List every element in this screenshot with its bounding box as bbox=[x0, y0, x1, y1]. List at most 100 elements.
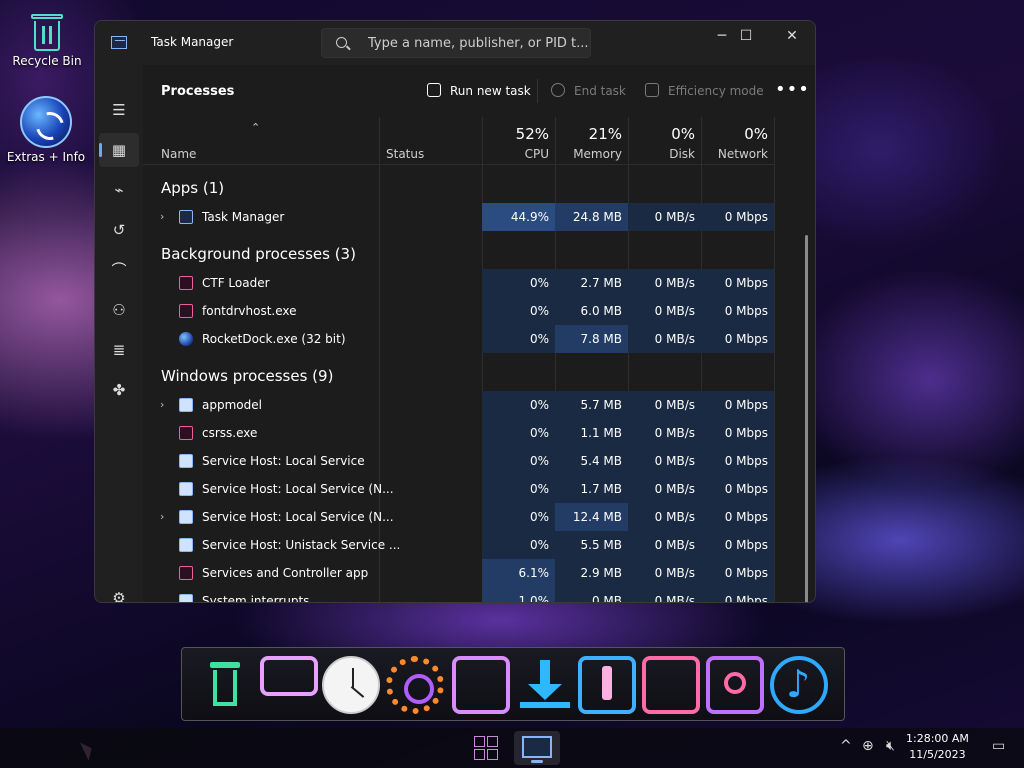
efficiency-mode-button[interactable]: Efficiency mode bbox=[645, 83, 764, 98]
more-options-button[interactable]: ••• bbox=[775, 79, 810, 100]
disk-cell: 0 MB/s bbox=[628, 325, 701, 353]
start-button-icon[interactable] bbox=[474, 736, 498, 760]
group-header-apps[interactable]: Apps (1) bbox=[161, 179, 224, 197]
toolbar: Processes Run new task End task Efficien… bbox=[143, 65, 815, 117]
clock[interactable]: 1:28:00 AM 11/5/2023 bbox=[906, 731, 969, 763]
column-disk-label: Disk bbox=[669, 147, 695, 161]
show-hidden-icons-chevron-icon[interactable]: ^ bbox=[840, 738, 852, 754]
expand-chevron-icon[interactable]: › bbox=[160, 391, 164, 419]
taskbar-task-manager-button[interactable] bbox=[514, 731, 560, 765]
maximize-button[interactable]: ☐ bbox=[723, 21, 769, 51]
column-name-label: Name bbox=[161, 147, 197, 161]
memory-cell: 1.1 MB bbox=[555, 419, 628, 447]
run-task-icon bbox=[427, 83, 441, 97]
dock-camera-icon[interactable] bbox=[706, 656, 764, 714]
close-button[interactable]: ✕ bbox=[769, 21, 815, 51]
search-placeholder: Type a name, publisher, or PID t... bbox=[368, 36, 589, 51]
table-row[interactable]: Services and Controller app 6.1% 2.9 MB … bbox=[143, 559, 775, 587]
column-network[interactable]: 0% Network bbox=[701, 117, 774, 165]
memory-cell: 2.9 MB bbox=[555, 559, 628, 587]
expand-chevron-icon[interactable]: › bbox=[160, 503, 164, 531]
disk-cell: 0 MB/s bbox=[628, 587, 701, 602]
memory-cell: 1.7 MB bbox=[555, 475, 628, 503]
network-cell: 0 Mbps bbox=[701, 391, 774, 419]
column-disk[interactable]: 0% Disk bbox=[628, 117, 701, 165]
cpu-cell: 0% bbox=[482, 447, 555, 475]
processes-nav-icon[interactable]: ▦ bbox=[99, 133, 139, 167]
end-task-icon bbox=[551, 83, 565, 97]
efficiency-mode-label: Efficiency mode bbox=[668, 84, 764, 98]
group-header-background[interactable]: Background processes (3) bbox=[161, 245, 356, 263]
column-memory[interactable]: 21% Memory bbox=[555, 117, 628, 165]
dock-music-icon[interactable] bbox=[770, 656, 828, 714]
dock-recycle-bin-icon[interactable] bbox=[196, 656, 254, 714]
memory-cell: 6.0 MB bbox=[555, 297, 628, 325]
settings-gear-icon[interactable]: ⚙ bbox=[99, 581, 139, 602]
run-new-task-button[interactable]: Run new task bbox=[427, 83, 531, 98]
service-gear-icon bbox=[179, 454, 193, 468]
notification-icon[interactable]: ▭ bbox=[992, 738, 1005, 754]
services-nav-icon[interactable]: ✤ bbox=[99, 373, 139, 407]
performance-nav-icon[interactable]: ⌁ bbox=[99, 173, 139, 207]
rocketdock-icon bbox=[179, 332, 193, 346]
network-cell: 0 Mbps bbox=[701, 447, 774, 475]
table-row[interactable]: CTF Loader 0% 2.7 MB 0 MB/s 0 Mbps bbox=[143, 269, 775, 297]
extras-info-desktop-icon[interactable]: Extras + Info bbox=[1, 96, 91, 164]
table-row[interactable]: fontdrvhost.exe 0% 6.0 MB 0 MB/s 0 Mbps bbox=[143, 297, 775, 325]
disk-cell: 0 MB/s bbox=[628, 531, 701, 559]
table-row[interactable]: › appmodel 0% 5.7 MB 0 MB/s 0 Mbps bbox=[143, 391, 775, 419]
memory-cell: 5.4 MB bbox=[555, 447, 628, 475]
cpu-cell: 0% bbox=[482, 325, 555, 353]
sidebar: ☰ ▦ ⌁ ↺ ⌒ ⚇ ≣ ✤ ⚙ bbox=[95, 65, 143, 602]
table-row[interactable]: Service Host: Local Service 0% 5.4 MB 0 … bbox=[143, 447, 775, 475]
column-status[interactable]: Status bbox=[380, 117, 480, 165]
hamburger-menu-icon[interactable]: ☰ bbox=[99, 93, 139, 127]
recycle-bin-desktop-icon[interactable]: Recycle Bin bbox=[2, 12, 92, 68]
memory-cell: 2.7 MB bbox=[555, 269, 628, 297]
process-name: System interrupts bbox=[202, 594, 310, 603]
startup-apps-nav-icon[interactable]: ⌒ bbox=[99, 253, 139, 287]
dock-computer-icon[interactable] bbox=[260, 656, 318, 696]
table-row[interactable]: › Task Manager 44.9% 24.8 MB 0 MB/s 0 Mb… bbox=[143, 203, 775, 231]
users-nav-icon[interactable]: ⚇ bbox=[99, 293, 139, 327]
edit-app-icon bbox=[179, 566, 193, 580]
extras-info-icon bbox=[20, 96, 72, 148]
process-name: Service Host: Local Service (N... bbox=[202, 510, 394, 524]
dock-clock-icon[interactable] bbox=[322, 656, 380, 714]
memory-cell: 5.7 MB bbox=[555, 391, 628, 419]
expand-chevron-icon[interactable]: › bbox=[160, 203, 164, 231]
column-cpu[interactable]: 52% CPU bbox=[482, 117, 555, 165]
disk-total: 0% bbox=[671, 125, 695, 143]
details-nav-icon[interactable]: ≣ bbox=[99, 333, 139, 367]
group-header-windows[interactable]: Windows processes (9) bbox=[161, 367, 333, 385]
toolbar-divider bbox=[537, 79, 538, 103]
table-row[interactable]: › Service Host: Local Service (N... 0% 1… bbox=[143, 503, 775, 531]
service-gear-icon bbox=[179, 482, 193, 496]
table-row[interactable]: csrss.exe 0% 1.1 MB 0 MB/s 0 Mbps bbox=[143, 419, 775, 447]
dock-document-icon[interactable] bbox=[452, 656, 510, 714]
network-globe-icon[interactable]: ⊕ bbox=[862, 738, 874, 754]
search-input[interactable]: Type a name, publisher, or PID t... bbox=[321, 28, 591, 58]
network-cell: 0 Mbps bbox=[701, 587, 774, 602]
table-row[interactable]: Service Host: Local Service (N... 0% 1.7… bbox=[143, 475, 775, 503]
table-row[interactable]: System interrupts 1.0% 0 MB 0 MB/s 0 Mbp… bbox=[143, 587, 775, 603]
processes-panel: Processes Run new task End task Efficien… bbox=[143, 65, 815, 603]
end-task-button[interactable]: End task bbox=[551, 83, 626, 98]
title-bar[interactable]: Task Manager Type a name, publisher, or … bbox=[95, 21, 815, 65]
disk-cell: 0 MB/s bbox=[628, 391, 701, 419]
dock-download-icon[interactable] bbox=[516, 656, 574, 714]
dock-video-icon[interactable] bbox=[642, 656, 700, 714]
vertical-scrollbar[interactable] bbox=[805, 235, 808, 602]
volume-muted-icon[interactable]: 🔇︎ bbox=[886, 738, 895, 754]
app-history-nav-icon[interactable]: ↺ bbox=[99, 213, 139, 247]
table-row[interactable]: RocketDock.exe (32 bit) 0% 7.8 MB 0 MB/s… bbox=[143, 325, 775, 353]
process-name: appmodel bbox=[202, 398, 262, 412]
column-name[interactable]: Name bbox=[161, 117, 361, 165]
table-row[interactable]: Service Host: Unistack Service ... 0% 5.… bbox=[143, 531, 775, 559]
dock-settings-gear-icon[interactable] bbox=[386, 656, 444, 714]
task-manager-taskbar-icon bbox=[522, 736, 552, 758]
task-manager-app-icon bbox=[111, 36, 127, 49]
dock-info-icon[interactable] bbox=[578, 656, 636, 714]
recycle-bin-label: Recycle Bin bbox=[12, 54, 82, 68]
processes-table: ⌃ Name Status 52% CPU 21% Memory 0% Disk… bbox=[143, 117, 815, 603]
